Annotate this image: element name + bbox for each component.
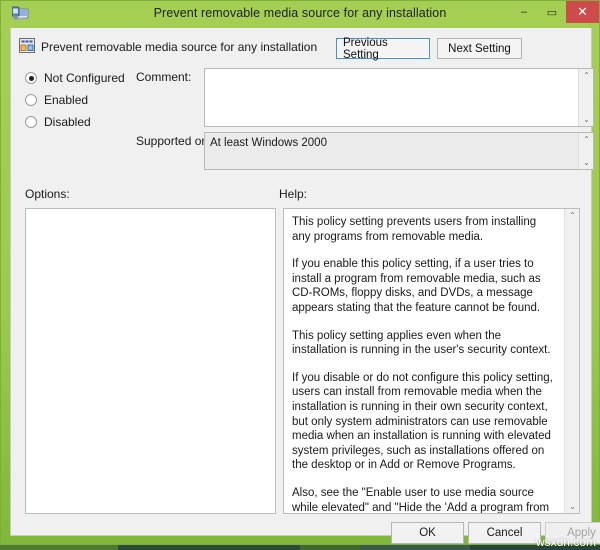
radio-label-disabled: Disabled	[44, 115, 91, 129]
supported-on-textarea: At least Windows 2000 ⌃ ⌄	[204, 132, 594, 170]
watermark: wsxdn.com	[535, 535, 596, 549]
radio-label-not-configured: Not Configured	[44, 71, 125, 85]
policy-setting-icon	[19, 38, 35, 53]
comment-textarea[interactable]: ⌃ ⌄	[204, 68, 594, 127]
help-paragraph: If you enable this policy setting, if a …	[292, 258, 541, 314]
supported-on-scrollbar[interactable]: ⌃ ⌄	[578, 133, 593, 169]
help-scrollbar[interactable]: ⌃ ⌄	[564, 209, 579, 513]
help-paragraph: Also, see the "Enable user to use media …	[292, 486, 550, 513]
scroll-down-icon[interactable]: ⌄	[579, 113, 594, 126]
policy-state-section: Not Configured Enabled Disabled Comment:…	[11, 66, 594, 178]
scroll-up-icon[interactable]: ⌃	[565, 209, 580, 222]
close-button[interactable]: ✕	[566, 1, 599, 23]
comment-label: Comment:	[136, 70, 192, 84]
scroll-down-icon[interactable]: ⌄	[579, 156, 594, 169]
cancel-button[interactable]: Cancel	[468, 522, 541, 544]
help-paragraph: This policy setting prevents users from …	[292, 216, 537, 243]
dialog-client-area: Prevent removable media source for any i…	[10, 28, 600, 544]
radio-enabled[interactable]: Enabled	[25, 93, 88, 107]
radio-not-configured[interactable]: Not Configured	[25, 71, 125, 85]
maximize-button[interactable]: ▭	[538, 1, 566, 23]
options-label: Options:	[25, 187, 70, 201]
help-text: This policy setting prevents users from …	[284, 209, 564, 513]
radio-disabled[interactable]: Disabled	[25, 115, 91, 129]
scroll-down-icon[interactable]: ⌄	[565, 500, 580, 513]
policy-settings-window: Prevent removable media source for any i…	[0, 0, 600, 545]
title-bar[interactable]: Prevent removable media source for any i…	[1, 1, 599, 28]
ok-button[interactable]: OK	[391, 522, 464, 544]
next-setting-button[interactable]: Next Setting	[437, 38, 522, 59]
window-controls: – ▭ ✕	[510, 1, 599, 28]
help-label: Help:	[279, 187, 308, 201]
scroll-up-icon[interactable]: ⌃	[579, 69, 594, 82]
comment-scrollbar[interactable]: ⌃ ⌄	[578, 69, 593, 126]
options-panel[interactable]	[25, 208, 276, 514]
radio-indicator-enabled[interactable]	[25, 94, 37, 106]
previous-setting-button[interactable]: Previous Setting	[336, 37, 430, 61]
help-paragraph: This policy setting applies even when th…	[292, 329, 551, 357]
minimize-button[interactable]: –	[510, 1, 538, 23]
scroll-up-icon[interactable]: ⌃	[579, 133, 594, 146]
radio-label-enabled: Enabled	[44, 93, 89, 107]
policy-name-label: Prevent removable media source for any i…	[41, 40, 318, 54]
comment-value[interactable]	[205, 69, 578, 126]
help-paragraph: If you disable or do not configure this …	[292, 371, 553, 472]
radio-indicator-disabled[interactable]	[25, 116, 37, 128]
supported-on-label: Supported on:	[136, 134, 212, 148]
policy-header: Prevent removable media source for any i…	[11, 28, 591, 66]
help-panel: This policy setting prevents users from …	[283, 208, 580, 514]
radio-indicator-not-configured[interactable]	[25, 72, 37, 84]
supported-on-value: At least Windows 2000	[210, 137, 327, 149]
